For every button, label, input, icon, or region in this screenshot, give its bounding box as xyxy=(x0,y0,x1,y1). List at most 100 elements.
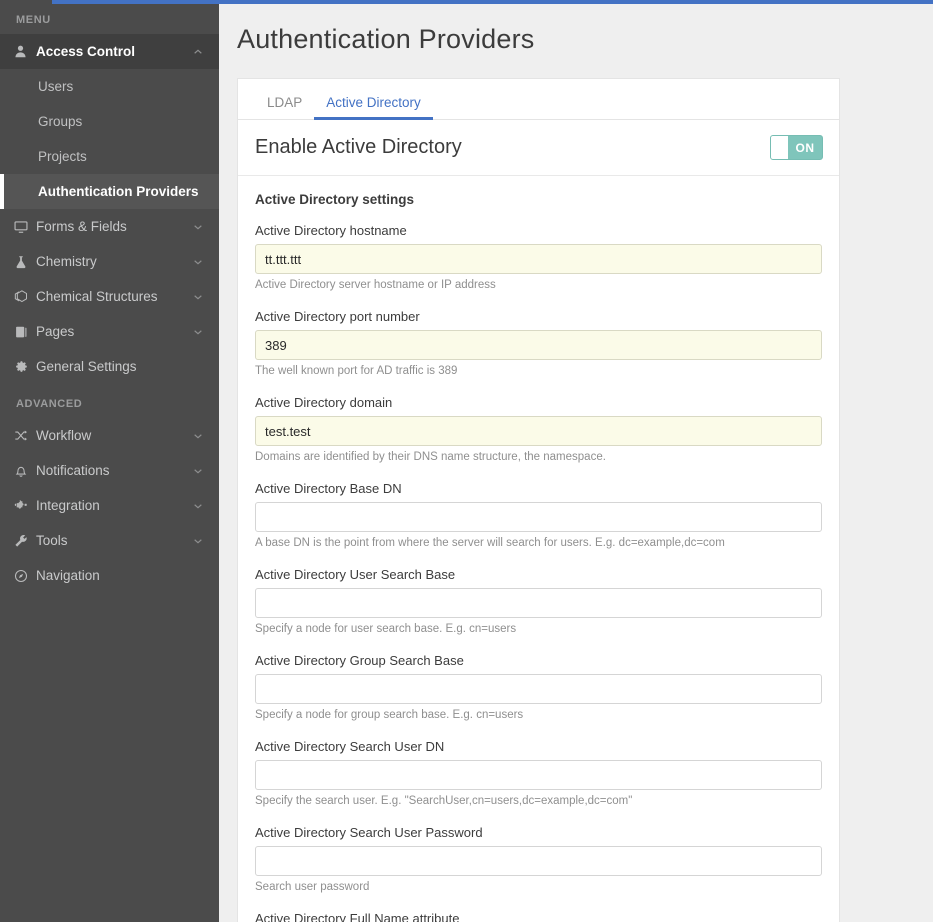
field-active-directory-base-dn: Active Directory Base DN A base DN is th… xyxy=(255,481,822,549)
field-help-text: A base DN is the point from where the se… xyxy=(255,537,822,549)
sidebar-group-label: Access Control xyxy=(36,44,193,59)
sidebar-item-label: Projects xyxy=(38,149,87,164)
sidebar-item-groups[interactable]: Groups xyxy=(0,104,219,139)
field-help-text: Domains are identified by their DNS name… xyxy=(255,451,822,463)
sidebar-item-forms-and-fields[interactable]: Forms & Fields xyxy=(0,209,219,244)
sidebar-item-chemistry[interactable]: Chemistry xyxy=(0,244,219,279)
sidebar-item-label: Chemical Structures xyxy=(36,289,193,304)
field-help-text: Active Directory server hostname or IP a… xyxy=(255,279,822,291)
chevron-down-icon[interactable] xyxy=(193,257,205,267)
chevron-down-icon[interactable] xyxy=(193,292,205,302)
sidebar-item-projects[interactable]: Projects xyxy=(0,139,219,174)
sidebar-section-menu-label: MENU xyxy=(0,0,219,34)
active-directory-search-user-dn-input[interactable] xyxy=(255,760,822,790)
active-directory-user-search-base-input[interactable] xyxy=(255,588,822,618)
sidebar-item-label: Users xyxy=(38,79,73,94)
active-directory-base-dn-input[interactable] xyxy=(255,502,822,532)
sidebar-item-label: Integration xyxy=(36,498,193,513)
sidebar-item-workflow[interactable]: Workflow xyxy=(0,418,219,453)
chevron-down-icon[interactable] xyxy=(193,222,205,232)
sidebar-item-label: Authentication Providers xyxy=(38,184,199,199)
field-label: Active Directory User Search Base xyxy=(255,567,822,582)
tab-ldap[interactable]: LDAP xyxy=(255,96,314,120)
active-directory-port-number-input[interactable] xyxy=(255,330,822,360)
toggle-knob xyxy=(771,136,788,159)
sidebar-item-authentication-providers[interactable]: Authentication Providers xyxy=(0,174,219,209)
shuffle-icon xyxy=(14,429,36,443)
sidebar-item-label: Navigation xyxy=(36,568,193,583)
field-active-directory-search-user-dn: Active Directory Search User DN Specify … xyxy=(255,739,822,807)
sidebar-item-chemical-structures[interactable]: Chemical Structures xyxy=(0,279,219,314)
field-active-directory-search-user-password: Active Directory Search User Password Se… xyxy=(255,825,822,893)
app-root: MENU Access Control Users Groups Proj xyxy=(0,0,933,922)
field-help-text: Search user password xyxy=(255,881,822,893)
field-active-directory-group-search-base: Active Directory Group Search Base Speci… xyxy=(255,653,822,721)
toggle-state-label: ON xyxy=(788,141,822,155)
sidebar-group-access-control[interactable]: Access Control xyxy=(0,34,219,69)
wrench-icon xyxy=(14,534,36,548)
active-directory-search-user-password-input[interactable] xyxy=(255,846,822,876)
enable-active-directory-row: Enable Active Directory ON xyxy=(238,120,839,176)
tab-active-directory[interactable]: Active Directory xyxy=(314,96,433,120)
sidebar-item-label: Pages xyxy=(36,324,193,339)
sidebar: MENU Access Control Users Groups Proj xyxy=(0,0,219,922)
settings-card: LDAP Active Directory Enable Active Dire… xyxy=(237,78,840,922)
sidebar-item-label: Chemistry xyxy=(36,254,193,269)
sidebar-item-label: Notifications xyxy=(36,463,193,478)
field-label: Active Directory Search User DN xyxy=(255,739,822,754)
flask-icon xyxy=(14,255,36,269)
sidebar-item-navigation[interactable]: Navigation xyxy=(0,558,219,593)
field-label: Active Directory Full Name attribute xyxy=(255,911,822,922)
field-help-text: Specify a node for group search base. E.… xyxy=(255,709,822,721)
field-active-directory-full-name-attribute: Active Directory Full Name attribute xyxy=(255,911,822,922)
sidebar-item-pages[interactable]: Pages xyxy=(0,314,219,349)
page-title: Authentication Providers xyxy=(219,0,933,55)
sidebar-item-users[interactable]: Users xyxy=(0,69,219,104)
sidebar-item-label: Tools xyxy=(36,533,193,548)
monitor-icon xyxy=(14,220,36,234)
field-label: Active Directory Search User Password xyxy=(255,825,822,840)
active-directory-settings-form: Active Directory settings Active Directo… xyxy=(238,176,839,922)
sidebar-item-notifications[interactable]: Notifications xyxy=(0,453,219,488)
page-load-progress-bar xyxy=(52,0,933,4)
user-icon xyxy=(14,45,36,58)
compass-icon xyxy=(14,569,36,583)
chevron-down-icon[interactable] xyxy=(193,327,205,337)
chevron-down-icon[interactable] xyxy=(193,431,205,441)
puzzle-icon xyxy=(14,499,36,513)
chevron-down-icon[interactable] xyxy=(193,501,205,511)
field-label: Active Directory Group Search Base xyxy=(255,653,822,668)
tab-bar: LDAP Active Directory xyxy=(238,79,839,120)
book-icon xyxy=(14,325,36,339)
field-label: Active Directory Base DN xyxy=(255,481,822,496)
chevron-up-icon[interactable] xyxy=(193,47,205,57)
active-directory-hostname-input[interactable] xyxy=(255,244,822,274)
bell-icon xyxy=(14,464,36,478)
gear-icon xyxy=(14,360,36,374)
sidebar-item-integration[interactable]: Integration xyxy=(0,488,219,523)
field-label: Active Directory port number xyxy=(255,309,822,324)
sidebar-item-label: Forms & Fields xyxy=(36,219,193,234)
field-label: Active Directory hostname xyxy=(255,223,822,238)
enable-active-directory-toggle[interactable]: ON xyxy=(770,135,823,160)
field-label: Active Directory domain xyxy=(255,395,822,410)
active-directory-group-search-base-input[interactable] xyxy=(255,674,822,704)
sidebar-item-general-settings[interactable]: General Settings xyxy=(0,349,219,384)
sidebar-item-tools[interactable]: Tools xyxy=(0,523,219,558)
sidebar-section-advanced-label: ADVANCED xyxy=(0,384,219,418)
sidebar-item-label: Workflow xyxy=(36,428,193,443)
enable-active-directory-label: Enable Active Directory xyxy=(255,136,462,159)
form-section-heading: Active Directory settings xyxy=(255,192,822,207)
active-directory-domain-input[interactable] xyxy=(255,416,822,446)
sidebar-item-label: General Settings xyxy=(36,359,193,374)
sidebar-item-label: Groups xyxy=(38,114,82,129)
field-help-text: Specify the search user. E.g. "SearchUse… xyxy=(255,795,822,807)
field-active-directory-user-search-base: Active Directory User Search Base Specif… xyxy=(255,567,822,635)
field-active-directory-port-number: Active Directory port number The well kn… xyxy=(255,309,822,377)
field-active-directory-domain: Active Directory domain Domains are iden… xyxy=(255,395,822,463)
chevron-down-icon[interactable] xyxy=(193,536,205,546)
field-help-text: The well known port for AD traffic is 38… xyxy=(255,365,822,377)
field-help-text: Specify a node for user search base. E.g… xyxy=(255,623,822,635)
chevron-down-icon[interactable] xyxy=(193,466,205,476)
field-active-directory-hostname: Active Directory hostname Active Directo… xyxy=(255,223,822,291)
